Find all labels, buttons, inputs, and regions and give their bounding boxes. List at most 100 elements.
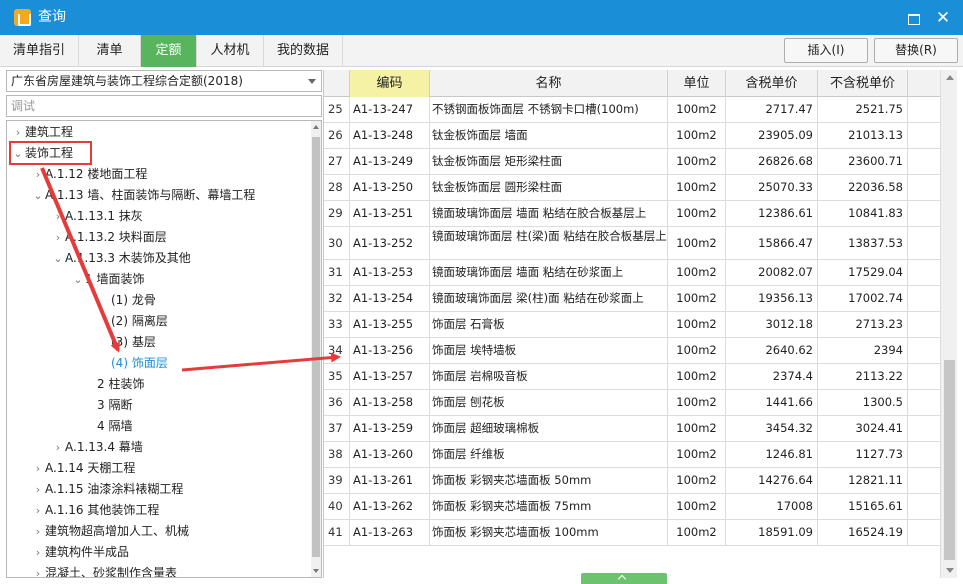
tree-node-wall-decoration[interactable]: ⌄ 1 墙面装饰 bbox=[71, 269, 144, 290]
chevron-right-icon[interactable]: › bbox=[31, 458, 45, 479]
tree-node-floor[interactable]: › A.1.12 楼地面工程 bbox=[31, 164, 148, 185]
tree-node-building[interactable]: › 建筑工程 bbox=[11, 122, 73, 143]
tree-node-other-decoration[interactable]: › A.1.16 其他装饰工程 bbox=[31, 500, 160, 521]
chevron-right-icon[interactable]: › bbox=[51, 227, 65, 248]
cell-row-number: 36 bbox=[324, 390, 350, 415]
scroll-up-icon[interactable] bbox=[946, 75, 954, 80]
header-unit[interactable]: 单位 bbox=[668, 70, 726, 97]
table-row[interactable]: 27 A1-13-249 钛金板饰面层 矩形梁柱面 100m2 26826.68 2360… bbox=[324, 149, 941, 175]
window-title: 查询 bbox=[38, 9, 66, 25]
chevron-right-icon[interactable]: › bbox=[11, 122, 25, 143]
cell-unit: 100m2 bbox=[668, 175, 726, 200]
tree-node-base-layer[interactable]: (3) 基层 bbox=[97, 332, 156, 353]
cell-row-number: 38 bbox=[324, 442, 350, 467]
table-row[interactable]: 28 A1-13-250 钛金板饰面层 圆形梁柱面 100m2 25070.33 2203… bbox=[324, 175, 941, 201]
table-scroll-thumb[interactable] bbox=[944, 360, 955, 560]
table-row[interactable]: 34 A1-13-256 饰面层 埃特墙板 100m2 2640.62 2394 bbox=[324, 338, 941, 364]
table-row[interactable]: 26 A1-13-248 钛金板饰面层 墙面 100m2 23905.09 21013.1… bbox=[324, 123, 941, 149]
header-tax-price[interactable]: 含税单价 bbox=[726, 70, 818, 97]
table-row[interactable]: 36 A1-13-258 饰面层 刨花板 100m2 1441.66 1300.5 bbox=[324, 390, 941, 416]
scroll-down-icon[interactable] bbox=[946, 568, 954, 573]
chevron-right-icon[interactable]: › bbox=[51, 206, 65, 227]
tree-scrollbar[interactable] bbox=[311, 121, 321, 577]
table-scrollbar[interactable] bbox=[940, 70, 957, 578]
chevron-right-icon[interactable]: › bbox=[31, 521, 45, 542]
table-row[interactable]: 39 A1-13-261 饰面板 彩钢夹芯墙面板 50mm 100m2 14276.64… bbox=[324, 468, 941, 494]
chevron-right-icon[interactable]: › bbox=[31, 164, 45, 185]
tree-node-label: A.1.13.2 块料面层 bbox=[65, 230, 167, 244]
tree-node-block-layer[interactable]: › A.1.13.2 块料面层 bbox=[51, 227, 167, 248]
replace-button[interactable]: 替换(R) bbox=[874, 38, 958, 63]
table-row[interactable]: 38 A1-13-260 饰面层 纤维板 100m2 1246.81 1127.73 bbox=[324, 442, 941, 468]
tab-bill[interactable]: 清单 bbox=[79, 35, 141, 67]
tree-node-label: A.1.12 楼地面工程 bbox=[45, 167, 148, 181]
chevron-down-icon[interactable]: ⌄ bbox=[31, 185, 45, 206]
tree-node-keel[interactable]: (1) 龙骨 bbox=[97, 290, 156, 311]
tree-node-wood-decoration[interactable]: ⌄ A.1.13.3 木装饰及其他 bbox=[51, 248, 191, 269]
table-row[interactable]: 25 A1-13-247 不锈钢面板饰面层 不锈钢卡口槽(100m) 100m2 271… bbox=[324, 97, 941, 123]
tab-labor-material-machine[interactable]: 人材机 bbox=[197, 35, 264, 67]
tree-node-paint[interactable]: › A.1.15 油漆涂料裱糊工程 bbox=[31, 479, 184, 500]
cell-notax-price: 3024.41 bbox=[818, 416, 908, 441]
tab-quota[interactable]: 定额 bbox=[141, 35, 197, 67]
panel-collapse-handle[interactable] bbox=[581, 573, 667, 584]
cell-unit: 100m2 bbox=[668, 123, 726, 148]
tree-node-wall-column[interactable]: ⌄ A.1.13 墙、柱面装饰与隔断、幕墙工程 bbox=[31, 185, 255, 206]
chevron-down-icon[interactable]: ⌄ bbox=[51, 248, 65, 269]
header-row-number bbox=[324, 70, 350, 97]
chevron-right-icon[interactable]: › bbox=[31, 563, 45, 577]
cell-code: A1-13-247 bbox=[350, 97, 430, 122]
table-row[interactable]: 30 A1-13-252 镜面玻璃饰面层 柱(梁)面 粘结在胶合板基层上 100m2 1… bbox=[324, 227, 941, 260]
table-row[interactable]: 35 A1-13-257 饰面层 岩棉吸音板 100m2 2374.4 2113.22 bbox=[324, 364, 941, 390]
table-row[interactable]: 32 A1-13-254 镜面玻璃饰面层 梁(柱)面 粘结在砂浆面上 100m2 193… bbox=[324, 286, 941, 312]
tree-node-isolation-layer[interactable]: (2) 隔离层 bbox=[97, 311, 168, 332]
tree-node-column-decoration[interactable]: 2 柱装饰 bbox=[83, 374, 144, 395]
cell-tax-price: 2640.62 bbox=[726, 338, 818, 363]
chevron-right-icon[interactable]: › bbox=[31, 479, 45, 500]
tree-node-component[interactable]: › 建筑构件半成品 bbox=[31, 542, 129, 563]
cell-row-number: 40 bbox=[324, 494, 350, 519]
table-row[interactable]: 40 A1-13-262 饰面板 彩钢夹芯墙面板 75mm 100m2 17008 151… bbox=[324, 494, 941, 520]
tree-node-partition-wall[interactable]: 4 隔墙 bbox=[83, 416, 132, 437]
insert-button[interactable]: 插入(I) bbox=[784, 38, 868, 63]
chevron-down-icon[interactable]: ⌄ bbox=[71, 269, 85, 290]
cell-name: 饰面层 刨花板 bbox=[430, 390, 668, 415]
tree-node-concrete-mortar[interactable]: › 混凝土、砂浆制作含量表 bbox=[31, 563, 177, 577]
tree-scroll-thumb[interactable] bbox=[312, 137, 320, 557]
header-code[interactable]: 编码 bbox=[350, 70, 430, 97]
scroll-down-icon[interactable] bbox=[313, 569, 319, 573]
chevron-right-icon[interactable]: › bbox=[51, 437, 65, 458]
table-row[interactable]: 33 A1-13-255 饰面层 石膏板 100m2 3012.18 2713.23 bbox=[324, 312, 941, 338]
cell-unit: 100m2 bbox=[668, 494, 726, 519]
library-select[interactable]: 广东省房屋建筑与装饰工程综合定额(2018) bbox=[6, 70, 322, 92]
table-row[interactable]: 29 A1-13-251 镜面玻璃饰面层 墙面 粘结在胶合板基层上 100m2 1238… bbox=[324, 201, 941, 227]
table-row[interactable]: 31 A1-13-253 镜面玻璃饰面层 墙面 粘结在砂浆面上 100m2 20082.… bbox=[324, 260, 941, 286]
cell-name: 饰面层 石膏板 bbox=[430, 312, 668, 337]
cell-row-number: 29 bbox=[324, 201, 350, 226]
cell-notax-price: 2113.22 bbox=[818, 364, 908, 389]
close-icon[interactable]: ✕ bbox=[933, 8, 953, 28]
tree-node-label: A.1.13.3 木装饰及其他 bbox=[65, 251, 191, 265]
chevron-right-icon[interactable]: › bbox=[31, 500, 45, 521]
tab-my-data[interactable]: 我的数据 bbox=[264, 35, 343, 67]
tree-node-partition[interactable]: 3 隔断 bbox=[83, 395, 132, 416]
cell-row-number: 37 bbox=[324, 416, 350, 441]
tree-node-curtain-wall[interactable]: › A.1.13.4 幕墙 bbox=[51, 437, 143, 458]
header-notax-price[interactable]: 不含税单价 bbox=[818, 70, 908, 97]
cell-unit: 100m2 bbox=[668, 260, 726, 285]
scroll-up-icon[interactable] bbox=[313, 125, 319, 129]
cell-notax-price: 13837.53 bbox=[818, 227, 908, 259]
chevron-right-icon[interactable]: › bbox=[31, 542, 45, 563]
tree-node-plaster[interactable]: › A.1.13.1 抹灰 bbox=[51, 206, 143, 227]
cell-row-number: 31 bbox=[324, 260, 350, 285]
tree-node-surface-layer[interactable]: (4) 饰面层 bbox=[97, 353, 168, 374]
tree-node-highrise-labor[interactable]: › 建筑物超高增加人工、机械 bbox=[31, 521, 189, 542]
search-input[interactable]: 调试 bbox=[6, 95, 322, 117]
tree-node-ceiling[interactable]: › A.1.14 天棚工程 bbox=[31, 458, 136, 479]
table-row[interactable]: 41 A1-13-263 饰面板 彩钢夹芯墙面板 100mm 100m2 18591.0… bbox=[324, 520, 941, 546]
table-row[interactable]: 37 A1-13-259 饰面层 超细玻璃棉板 100m2 3454.32 3024.41 bbox=[324, 416, 941, 442]
maximize-icon[interactable] bbox=[903, 8, 923, 28]
header-name[interactable]: 名称 bbox=[430, 70, 668, 97]
cell-code: A1-13-253 bbox=[350, 260, 430, 285]
tab-bill-guide[interactable]: 清单指引 bbox=[0, 35, 79, 67]
